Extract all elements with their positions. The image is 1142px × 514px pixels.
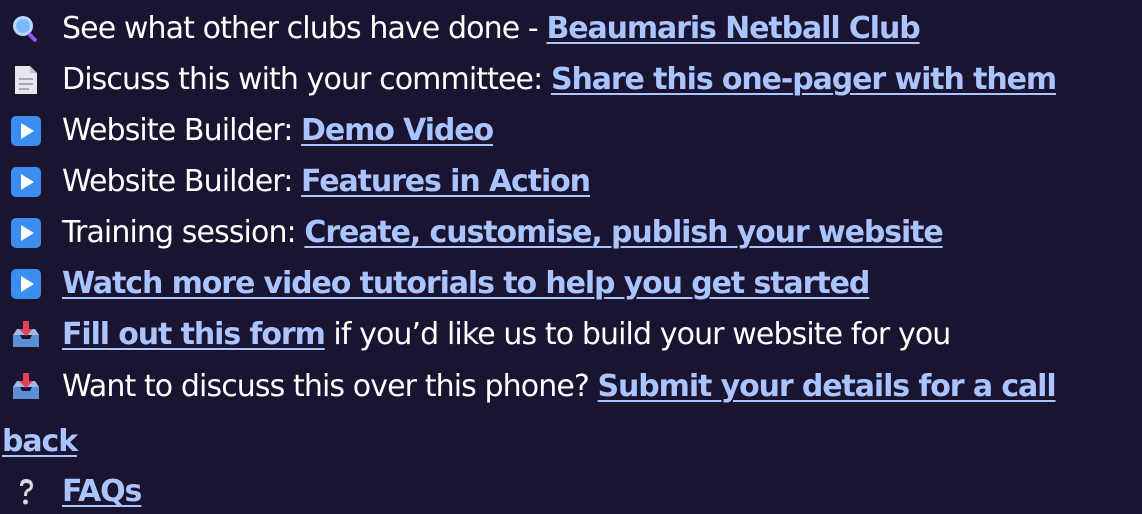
inbox-tray-icon [8,317,44,353]
video-tutorials-link[interactable]: Watch more video tutorials to help you g… [62,266,870,301]
inbox-tray-icon [8,369,44,405]
list-item-text: Want to discuss this over this phone? Su… [62,369,1057,404]
features-in-action-link[interactable]: Features in Action [301,164,591,199]
training-session-link[interactable]: Create, customise, publish your website [304,215,943,250]
list-item-text: Watch more video tutorials to help you g… [62,266,870,301]
play-button-icon [8,113,44,149]
list-item-prefix: Website Builder: [62,113,302,148]
list-item-text: Discuss this with your committee: Share … [62,62,1057,97]
beaumaris-netball-club-link[interactable]: Beaumaris Netball Club [546,11,920,46]
list-item-text: Training session: Create, customise, pub… [62,215,944,250]
list-item-prefix: Training session: [62,215,305,250]
play-button-icon [8,266,44,302]
list-item-suffix: if you’d like us to build your website f… [324,317,951,352]
list-item-text: Website Builder: Demo Video [62,113,494,148]
list-item-text: See what other clubs have done - Beaumar… [62,11,921,46]
call-back-link-continuation[interactable]: back [2,419,78,463]
list-item-text: Fill out this form if you’d like us to b… [62,317,951,352]
call-back-link[interactable]: Submit your details for a call [598,369,1057,404]
list-item-prefix: Website Builder: [62,164,302,199]
magnifying-glass-icon [8,11,44,47]
demo-video-link[interactable]: Demo Video [301,113,494,148]
resource-list: See what other clubs have done - Beaumar… [0,0,1142,509]
list-item-prefix: Want to discuss this over this phone? [62,369,598,404]
play-button-icon [8,164,44,200]
list-item-text: FAQs [62,474,142,509]
faqs-link[interactable]: FAQs [62,474,142,509]
list-item-text: Website Builder: Features in Action [62,164,591,199]
fill-out-form-link[interactable]: Fill out this form [62,317,326,352]
play-button-icon [8,215,44,251]
list-item-prefix: See what other clubs have done - [62,11,547,46]
question-mark-icon [8,474,44,510]
document-icon [8,62,44,98]
list-item-prefix: Discuss this with your committee: [62,62,551,97]
share-one-pager-link[interactable]: Share this one-pager with them [551,62,1057,97]
